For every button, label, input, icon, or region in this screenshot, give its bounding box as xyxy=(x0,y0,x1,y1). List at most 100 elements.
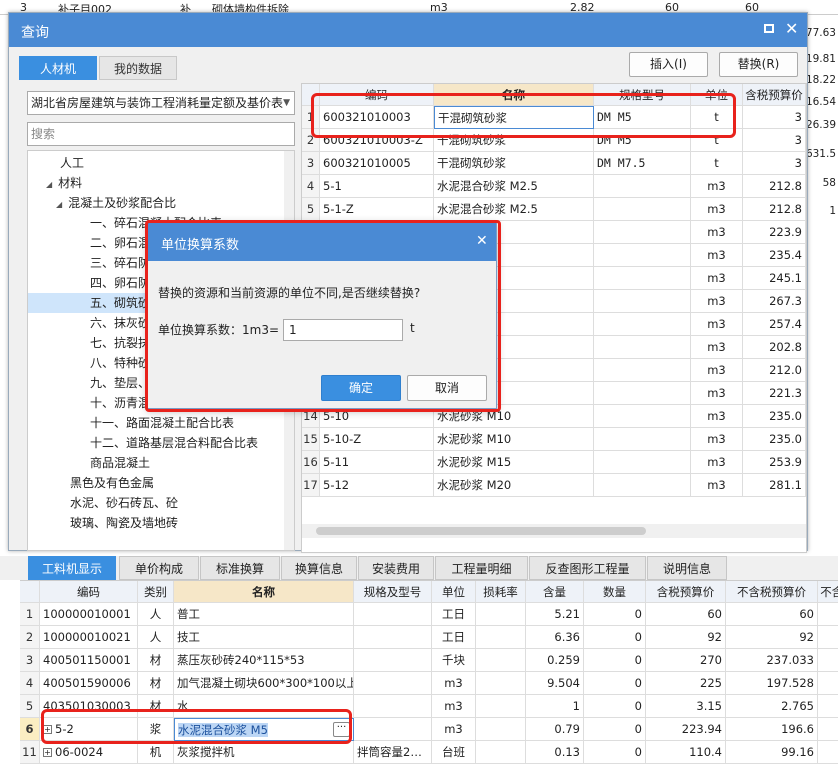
grid-cell-n[interactable]: 5 xyxy=(302,198,320,221)
grid-cell-price[interactable]: 281.1 xyxy=(743,474,806,497)
material-cell-n[interactable]: 2 xyxy=(20,626,40,649)
grid-cell-spec[interactable] xyxy=(594,451,691,474)
grid-cell-spec[interactable] xyxy=(594,359,691,382)
grid-cell-unit[interactable]: m3 xyxy=(691,451,743,474)
grid-cell-code[interactable]: 5-10-Z xyxy=(320,428,434,451)
bottom-tab[interactable]: 安装费用 xyxy=(358,556,434,580)
material-grid-header[interactable]: 名称 xyxy=(174,581,354,603)
grid-cell-spec[interactable] xyxy=(594,336,691,359)
insert-button[interactable]: 插入(I) xyxy=(629,52,708,77)
grid-cell-n[interactable]: 16 xyxy=(302,451,320,474)
material-cell-p3[interactable]: 2 xyxy=(818,649,838,672)
grid-cell-code[interactable]: 600321010005 xyxy=(320,152,434,175)
material-cell-p2[interactable]: 92 xyxy=(726,626,818,649)
grid-cell-name[interactable]: 水泥混合砂浆 M2.5 xyxy=(434,175,594,198)
bottom-tab[interactable]: 说明信息 xyxy=(647,556,727,580)
material-cell-qty[interactable]: 0.79 xyxy=(526,718,584,741)
material-cell-n[interactable]: 11 xyxy=(20,741,40,764)
grid-cell-n[interactable]: 4 xyxy=(302,175,320,198)
material-cell-p3[interactable] xyxy=(818,695,838,718)
search-input[interactable]: 搜索 xyxy=(27,122,295,146)
material-cell-spec[interactable] xyxy=(354,672,432,695)
material-cell-cat[interactable]: 机 xyxy=(138,741,174,764)
material-cell-p2[interactable]: 99.16 xyxy=(726,741,818,764)
expand-plus-icon[interactable]: + xyxy=(43,748,52,757)
grid-cell-unit[interactable]: m3 xyxy=(691,175,743,198)
grid-cell-unit[interactable]: t xyxy=(691,152,743,175)
grid-cell-spec[interactable] xyxy=(594,474,691,497)
material-cell-name[interactable]: 加气混凝土砌块600*300*100以上 xyxy=(174,672,354,695)
material-cell-qty[interactable]: 9.504 xyxy=(526,672,584,695)
material-cell-p3[interactable] xyxy=(818,626,838,649)
material-grid-header[interactable]: 单位 xyxy=(432,581,476,603)
material-cell-loss[interactable] xyxy=(476,603,526,626)
material-cell-p3[interactable] xyxy=(818,741,838,764)
material-grid-header[interactable]: 不含税预算价 xyxy=(726,581,818,603)
expand-triangle-icon[interactable]: ◢ xyxy=(56,195,62,215)
close-icon[interactable]: ✕ xyxy=(785,19,798,38)
bottom-tab[interactable]: 工料机显示 xyxy=(28,556,116,580)
material-cell-p3[interactable] xyxy=(818,718,838,741)
material-cell-name[interactable]: 普工 xyxy=(174,603,354,626)
material-cell-spec[interactable] xyxy=(354,603,432,626)
grid-cell-code[interactable]: 5-1 xyxy=(320,175,434,198)
material-cell-code[interactable]: 400501590006 xyxy=(40,672,138,695)
grid-cell-spec[interactable] xyxy=(594,221,691,244)
grid-cell-price[interactable]: 3 xyxy=(743,129,806,152)
material-cell-n[interactable]: 1 xyxy=(20,603,40,626)
bottom-tab[interactable]: 工程量明细 xyxy=(435,556,528,580)
material-cell-name[interactable]: 蒸压灰砂砖240*115*53 xyxy=(174,649,354,672)
tab-materials[interactable]: 人材机 xyxy=(19,56,97,80)
material-cell-spec[interactable] xyxy=(354,626,432,649)
material-grid-header[interactable]: 含量 xyxy=(526,581,584,603)
tree-node[interactable]: ◢ 材料 xyxy=(28,173,284,193)
grid-cell-name[interactable]: 水泥砂浆 M20 xyxy=(434,474,594,497)
grid-cell-unit[interactable]: m3 xyxy=(691,474,743,497)
expand-triangle-icon[interactable]: ◢ xyxy=(46,175,52,195)
material-cell-unit[interactable]: m3 xyxy=(432,718,476,741)
material-grid-header[interactable]: 不含税 xyxy=(818,581,838,603)
material-cell-qty[interactable]: 0.259 xyxy=(526,649,584,672)
material-cell-amt[interactable]: 0 xyxy=(584,626,646,649)
material-cell-spec[interactable] xyxy=(354,718,432,741)
chevron-down-icon[interactable]: ▼ xyxy=(283,92,290,114)
material-cell-qty[interactable]: 6.36 xyxy=(526,626,584,649)
grid-cell-spec[interactable] xyxy=(594,428,691,451)
grid-cell-price[interactable]: 253.9 xyxy=(743,451,806,474)
material-cell-loss[interactable] xyxy=(476,626,526,649)
material-cell-unit[interactable]: 千块 xyxy=(432,649,476,672)
bottom-tab[interactable]: 单价构成 xyxy=(119,556,199,580)
material-grid-header[interactable]: 类别 xyxy=(138,581,174,603)
grid-cell-name[interactable]: 水泥砂浆 M10 xyxy=(434,428,594,451)
material-cell-qty[interactable]: 5.21 xyxy=(526,603,584,626)
grid-cell-unit[interactable]: m3 xyxy=(691,221,743,244)
material-cell-n[interactable]: 6 xyxy=(20,718,40,741)
tree-node[interactable]: 玻璃、陶瓷及墙地砖 xyxy=(28,513,284,533)
grid-cell-spec[interactable] xyxy=(594,382,691,405)
material-cell-cat[interactable]: 材 xyxy=(138,649,174,672)
grid-cell-spec[interactable]: DM M7.5 xyxy=(594,152,691,175)
grid-cell-price[interactable]: 267.3 xyxy=(743,290,806,313)
tree-node[interactable]: 商品混凝土 xyxy=(28,453,284,473)
grid-cell-price[interactable]: 212.0 xyxy=(743,359,806,382)
grid-cell-unit[interactable]: m3 xyxy=(691,313,743,336)
material-cell-unit[interactable]: 工日 xyxy=(432,603,476,626)
material-grid-header[interactable]: 含税预算价 xyxy=(646,581,726,603)
grid-cell-n[interactable]: 3 xyxy=(302,152,320,175)
bottom-tab[interactable]: 标准换算 xyxy=(200,556,280,580)
material-cell-cat[interactable]: 人 xyxy=(138,626,174,649)
maximize-icon[interactable] xyxy=(764,24,774,33)
material-cell-unit[interactable]: 工日 xyxy=(432,626,476,649)
bottom-tab[interactable]: 换算信息 xyxy=(281,556,357,580)
replace-button[interactable]: 替换(R) xyxy=(719,52,798,77)
grid-cell-price[interactable]: 212.8 xyxy=(743,198,806,221)
tree-node[interactable]: 十二、道路基层混合料配合比表 xyxy=(28,433,284,453)
material-cell-code[interactable]: 400501150001 xyxy=(40,649,138,672)
material-cell-p2[interactable]: 196.6 xyxy=(726,718,818,741)
material-cell-amt[interactable]: 0 xyxy=(584,672,646,695)
grid-header[interactable]: 含税预算价 xyxy=(743,84,806,106)
tree-node[interactable]: 人工 xyxy=(28,153,284,173)
grid-cell-unit[interactable]: m3 xyxy=(691,290,743,313)
material-cell-qty[interactable]: 0.13 xyxy=(526,741,584,764)
grid-cell-price[interactable]: 235.4 xyxy=(743,244,806,267)
